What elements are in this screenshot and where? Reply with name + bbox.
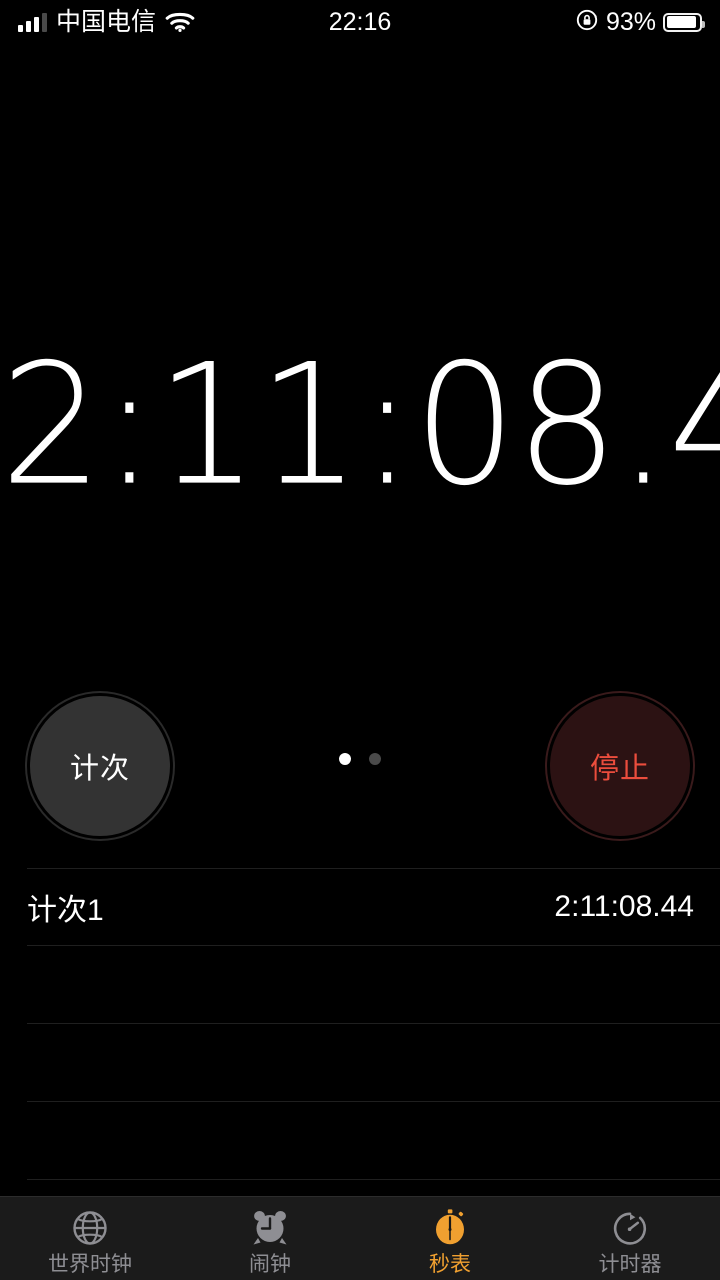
lap-row[interactable] [27, 1102, 720, 1180]
stopwatch-icon [426, 1204, 474, 1252]
tab-alarm-label: 闹钟 [249, 1253, 291, 1276]
tab-stopwatch-label: 秒表 [429, 1253, 471, 1276]
lap-row-time: 2:11:08.44 [554, 890, 694, 923]
stop-button-label: 停止 [589, 753, 650, 785]
rotation-lock-icon [575, 8, 599, 37]
status-bar-left: 中国电信 [18, 7, 195, 36]
stop-button[interactable]: 停止 [547, 693, 693, 839]
carrier-label: 中国电信 [56, 7, 157, 36]
globe-icon [66, 1204, 114, 1252]
lap-row[interactable] [27, 1024, 720, 1102]
signal-bars-icon [18, 12, 47, 32]
tab-timer-label: 计时器 [598, 1253, 662, 1276]
timer-icon [606, 1204, 654, 1252]
tab-alarm[interactable]: 闹钟 [180, 1197, 360, 1280]
lap-row-label: 计次1 [27, 894, 104, 927]
lap-row[interactable] [27, 946, 720, 1024]
battery-icon [663, 12, 705, 32]
status-bar: 中国电信 22:16 93% [0, 0, 720, 44]
controls-area: 计次 停止 [0, 693, 720, 841]
wifi-icon [165, 11, 195, 33]
page-dot-2[interactable] [369, 753, 381, 765]
tab-bar: 世界时钟 闹钟 秒表 计时器 [0, 1196, 720, 1280]
status-bar-clock: 22:16 [328, 7, 392, 36]
tab-world-clock-label: 世界时钟 [48, 1253, 132, 1276]
status-bar-right: 93% [575, 7, 705, 37]
lap-button-label: 计次 [69, 753, 130, 785]
tab-timer[interactable]: 计时器 [540, 1197, 720, 1280]
lap-row[interactable]: 计次1 2:11:08.44 [27, 868, 720, 946]
tab-stopwatch[interactable]: 秒表 [360, 1197, 540, 1280]
elapsed-time-display: 2:11:08.43 [0, 329, 720, 523]
page-dot-1[interactable] [339, 753, 351, 765]
tab-world-clock[interactable]: 世界时钟 [0, 1197, 180, 1280]
alarm-clock-icon [246, 1204, 294, 1252]
stopwatch-screen: 中国电信 22:16 93% 2:11:08. 计次 停止 计次1 2:11:0… [0, 0, 720, 1280]
battery-percent-label: 93% [605, 7, 656, 36]
lap-button[interactable]: 计次 [27, 693, 173, 839]
